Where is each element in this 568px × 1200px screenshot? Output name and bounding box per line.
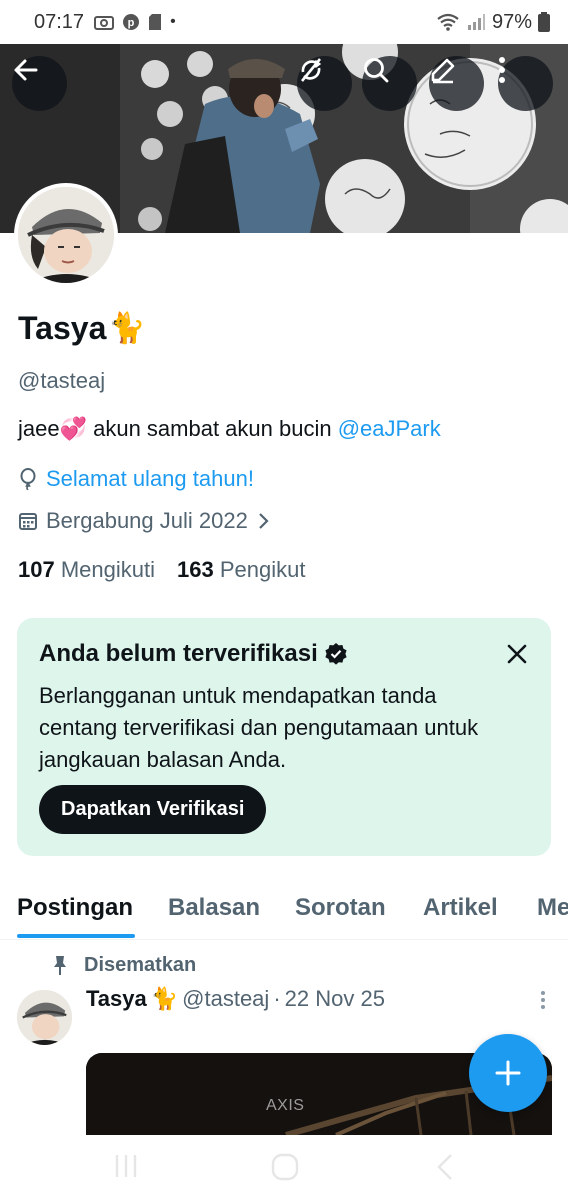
profile-tabs: Postingan Balasan Sorotan Artikel Me <box>0 880 568 940</box>
tab-media[interactable]: Me <box>537 894 568 922</box>
followers-link[interactable]: 163 Pengikut <box>177 557 305 583</box>
wifi-icon <box>437 13 459 31</box>
edit-button[interactable] <box>429 56 484 111</box>
chevron-right-icon <box>259 513 269 529</box>
tab-posts[interactable]: Postingan <box>17 894 133 922</box>
following-link[interactable]: 107 Mengikuti <box>18 557 155 583</box>
post-avatar-photo <box>17 990 72 1045</box>
status-dot: • <box>170 13 176 30</box>
post-more-icon[interactable] <box>540 990 546 1010</box>
back-button[interactable] <box>12 56 67 111</box>
back-nav-icon[interactable] <box>436 1153 454 1181</box>
birthday-row[interactable]: Selamat ulang tahun! <box>18 466 254 492</box>
verify-body: Berlangganan untuk mendapatkan tanda cen… <box>39 683 479 772</box>
pinterest-icon: p <box>123 14 140 30</box>
edit-icon <box>431 58 455 84</box>
search-icon <box>364 58 389 83</box>
avatar-photo <box>18 187 114 283</box>
get-verified-button[interactable]: Dapatkan Verifikasi <box>39 785 267 834</box>
pin-icon <box>54 955 66 975</box>
profile-name-row: Tasya 🐈 <box>18 310 146 347</box>
verify-title-row: Anda belum terverifikasi <box>39 640 529 668</box>
screenshot-icon <box>94 16 115 30</box>
verify-title: Anda belum terverifikasi <box>39 640 318 667</box>
close-icon[interactable] <box>503 640 531 668</box>
no-sync-icon <box>300 58 322 82</box>
tab-articles[interactable]: Artikel <box>423 894 498 922</box>
birthday-text: Selamat ulang tahun! <box>46 466 254 491</box>
bio-mention-link[interactable]: @eaJPark <box>338 416 441 441</box>
joined-row[interactable]: Bergabung Juli 2022 <box>18 508 270 534</box>
status-notification-icons: p • <box>94 13 176 31</box>
compose-button[interactable] <box>469 1034 547 1112</box>
more-vertical-icon <box>499 57 505 83</box>
sd-card-icon <box>149 14 162 30</box>
system-nav-bar <box>0 1135 568 1200</box>
post-avatar[interactable] <box>17 990 72 1045</box>
followers-count: 163 <box>177 557 214 582</box>
pinned-text: Disematkan <box>84 954 197 976</box>
home-icon[interactable] <box>271 1153 299 1181</box>
post-author-name[interactable]: Tasya <box>86 986 147 1012</box>
search-button[interactable] <box>362 56 417 111</box>
tab-replies[interactable]: Balasan <box>168 894 260 922</box>
followers-label: Pengikut <box>219 557 306 582</box>
profile-avatar[interactable] <box>14 183 118 287</box>
verified-badge-icon <box>325 643 347 665</box>
svg-text:p: p <box>128 17 135 29</box>
signal-icon <box>467 14 485 30</box>
name-emoji: 🐈 <box>108 312 146 345</box>
plus-icon <box>495 1060 521 1086</box>
post-date[interactable]: 22 Nov 25 <box>285 986 385 1012</box>
follow-stats: 107 Mengikuti 163 Pengikut <box>18 557 305 583</box>
bio-text: jaee💞 akun sambat akun bucin <box>18 416 338 441</box>
active-tab-indicator <box>17 934 135 938</box>
status-time: 07:17 <box>34 10 85 33</box>
arrow-left-icon <box>14 59 38 81</box>
following-count: 107 <box>18 557 55 582</box>
post-author-handle[interactable]: @tasteaj <box>182 986 269 1012</box>
battery-icon <box>538 12 550 32</box>
profile-handle: @tasteaj <box>18 368 106 393</box>
media-text: AXIS <box>266 1097 305 1114</box>
more-options-button[interactable] <box>498 56 553 111</box>
balloon-icon <box>20 468 36 490</box>
recent-apps-icon[interactable] <box>114 1153 138 1179</box>
post-separator: · <box>273 986 281 1011</box>
calendar-icon <box>19 513 37 530</box>
joined-text: Bergabung Juli 2022 <box>46 508 248 533</box>
post-author-emoji: 🐈 <box>150 986 179 1011</box>
profile-bio: jaee💞 akun sambat akun bucin @eaJPark <box>18 416 441 442</box>
tab-highlights[interactable]: Sorotan <box>295 894 386 922</box>
following-label: Mengikuti <box>60 557 155 582</box>
display-name: Tasya <box>18 310 107 346</box>
pinned-label-row: Disematkan <box>52 954 196 977</box>
post-header: Tasya 🐈 @tasteaj · 22 Nov 25 <box>86 986 385 1012</box>
verification-card: Anda belum terverifikasi Berlangganan un… <box>17 618 551 856</box>
sync-button[interactable] <box>297 56 352 111</box>
status-bar: 07:17 p • 97% <box>0 0 568 44</box>
battery-percent: 97% <box>491 10 532 33</box>
